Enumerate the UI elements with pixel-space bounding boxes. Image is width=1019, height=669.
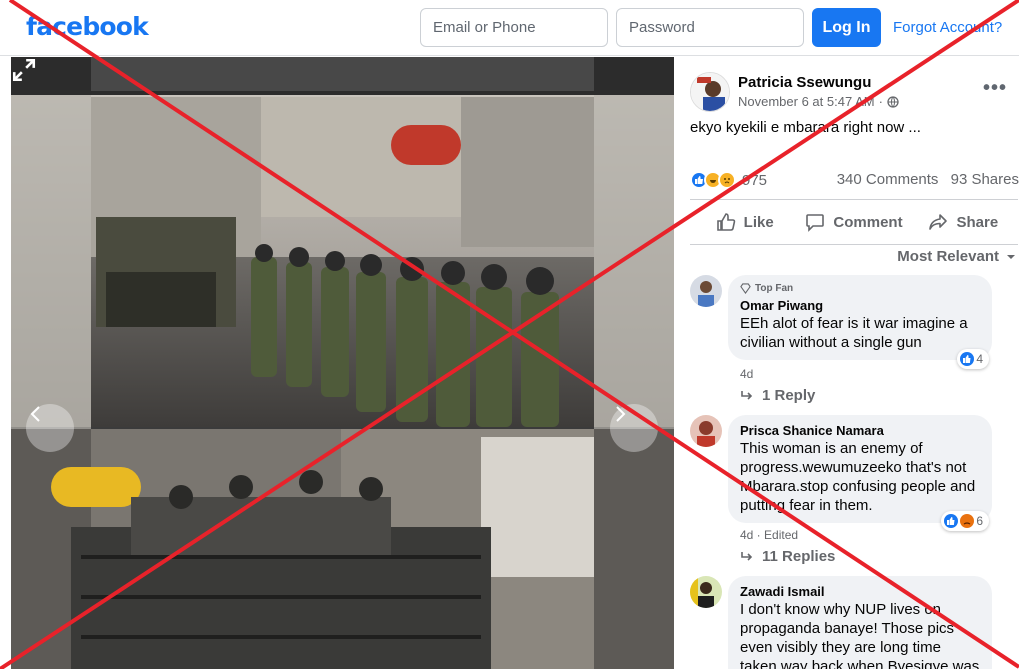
like-reaction-icon [944, 514, 959, 528]
badge-label: Top Fan [755, 283, 794, 294]
reaction-summary[interactable]: 975 [690, 169, 767, 191]
comment-label: Comment [833, 213, 903, 231]
author-avatar[interactable] [690, 72, 730, 112]
comment-button[interactable]: Comment [799, 200, 908, 244]
angry-reaction-icon [960, 514, 975, 528]
comment-text: EEh alot of fear is it war imagine a civ… [740, 315, 968, 351]
share-button[interactable]: Share [909, 200, 1018, 244]
comment-reaction-count: 4 [976, 352, 983, 366]
forgot-account-link[interactable]: Forgot Account? [893, 19, 1002, 36]
comment-text: This woman is an enemy of progress.wewum… [740, 440, 976, 514]
comments-count[interactable]: 340 Comments [837, 171, 939, 188]
sort-label: Most Relevant [897, 248, 999, 265]
chevron-right-icon [616, 406, 626, 422]
chevron-down-icon [1007, 254, 1015, 259]
replies-label: 11 Replies [762, 548, 836, 565]
comment-time[interactable]: 4d [740, 367, 753, 381]
comment-bubble: Prisca Shanice Namara This woman is an e… [728, 415, 992, 523]
post-photo[interactable] [11, 57, 674, 669]
commenter-name[interactable]: Zawadi Ismail [740, 584, 980, 599]
post-actions: Like Comment Share [690, 199, 1018, 245]
like-label: Like [743, 213, 774, 231]
shares-count[interactable]: 93 Shares [951, 171, 1019, 188]
sad-reaction-icon [718, 171, 736, 189]
like-button[interactable]: Like [690, 200, 799, 244]
view-replies-link[interactable]: 1 Reply [740, 387, 815, 404]
commenter-name[interactable]: Prisca Shanice Namara [740, 423, 980, 438]
meta-separator: · [878, 94, 883, 109]
like-icon [716, 213, 735, 231]
next-photo-button[interactable] [610, 404, 658, 452]
commenter-avatar[interactable] [690, 415, 722, 447]
more-options-icon[interactable]: ••• [983, 77, 1007, 100]
post-timestamp[interactable]: November 6 at 5:47 AM [738, 94, 875, 109]
email-field[interactable] [420, 8, 608, 47]
replies-label: 1 Reply [762, 387, 816, 404]
facebook-logo[interactable]: facebook [26, 12, 149, 41]
top-bar: facebook Log In Forgot Account? [0, 0, 1019, 56]
comment-bubble: Zawadi Ismail I don't know why NUP lives… [728, 576, 992, 669]
comment-sort-dropdown[interactable]: Most Relevant [897, 248, 1017, 265]
view-replies-link[interactable]: 11 Replies [740, 548, 835, 565]
comment-reactions[interactable]: 6 [941, 511, 989, 531]
reply-arrow-icon [741, 551, 753, 561]
top-fan-badge: Top Fan [740, 283, 980, 294]
previous-photo-button[interactable] [26, 404, 74, 452]
share-label: Share [956, 213, 999, 231]
like-reaction-icon [960, 352, 975, 366]
comment-icon [806, 214, 825, 232]
commenter-avatar[interactable] [690, 576, 722, 608]
commenter-avatar[interactable] [690, 275, 722, 307]
chevron-left-icon [30, 406, 40, 422]
comment-reactions[interactable]: 4 [957, 349, 989, 369]
post-text: ekyo kyekili e mbarara right now ... [690, 119, 921, 136]
author-name[interactable]: Patricia Ssewungu [738, 74, 871, 91]
reply-arrow-icon [741, 390, 753, 400]
post-details-panel: Patricia Ssewungu November 6 at 5:47 AM … [690, 57, 1019, 669]
engagement-counts: 340 Comments 93 Shares [829, 171, 1019, 188]
reaction-count: 975 [742, 171, 768, 189]
gem-icon [740, 283, 751, 294]
photo-image [11, 57, 674, 669]
comment-reaction-count: 6 [976, 514, 983, 528]
comment-time[interactable]: 4d · Edited [740, 528, 798, 542]
expand-icon[interactable] [11, 57, 37, 83]
share-icon [929, 214, 948, 230]
comment-text: I don't know why NUP lives on propaganda… [740, 601, 980, 669]
globe-icon [887, 95, 899, 108]
password-field[interactable] [616, 8, 804, 47]
commenter-name[interactable]: Omar Piwang [740, 298, 980, 313]
login-button[interactable]: Log In [812, 8, 881, 47]
post-meta: November 6 at 5:47 AM · [738, 94, 899, 109]
comment-bubble: Top Fan Omar Piwang EEh alot of fear is … [728, 275, 992, 360]
